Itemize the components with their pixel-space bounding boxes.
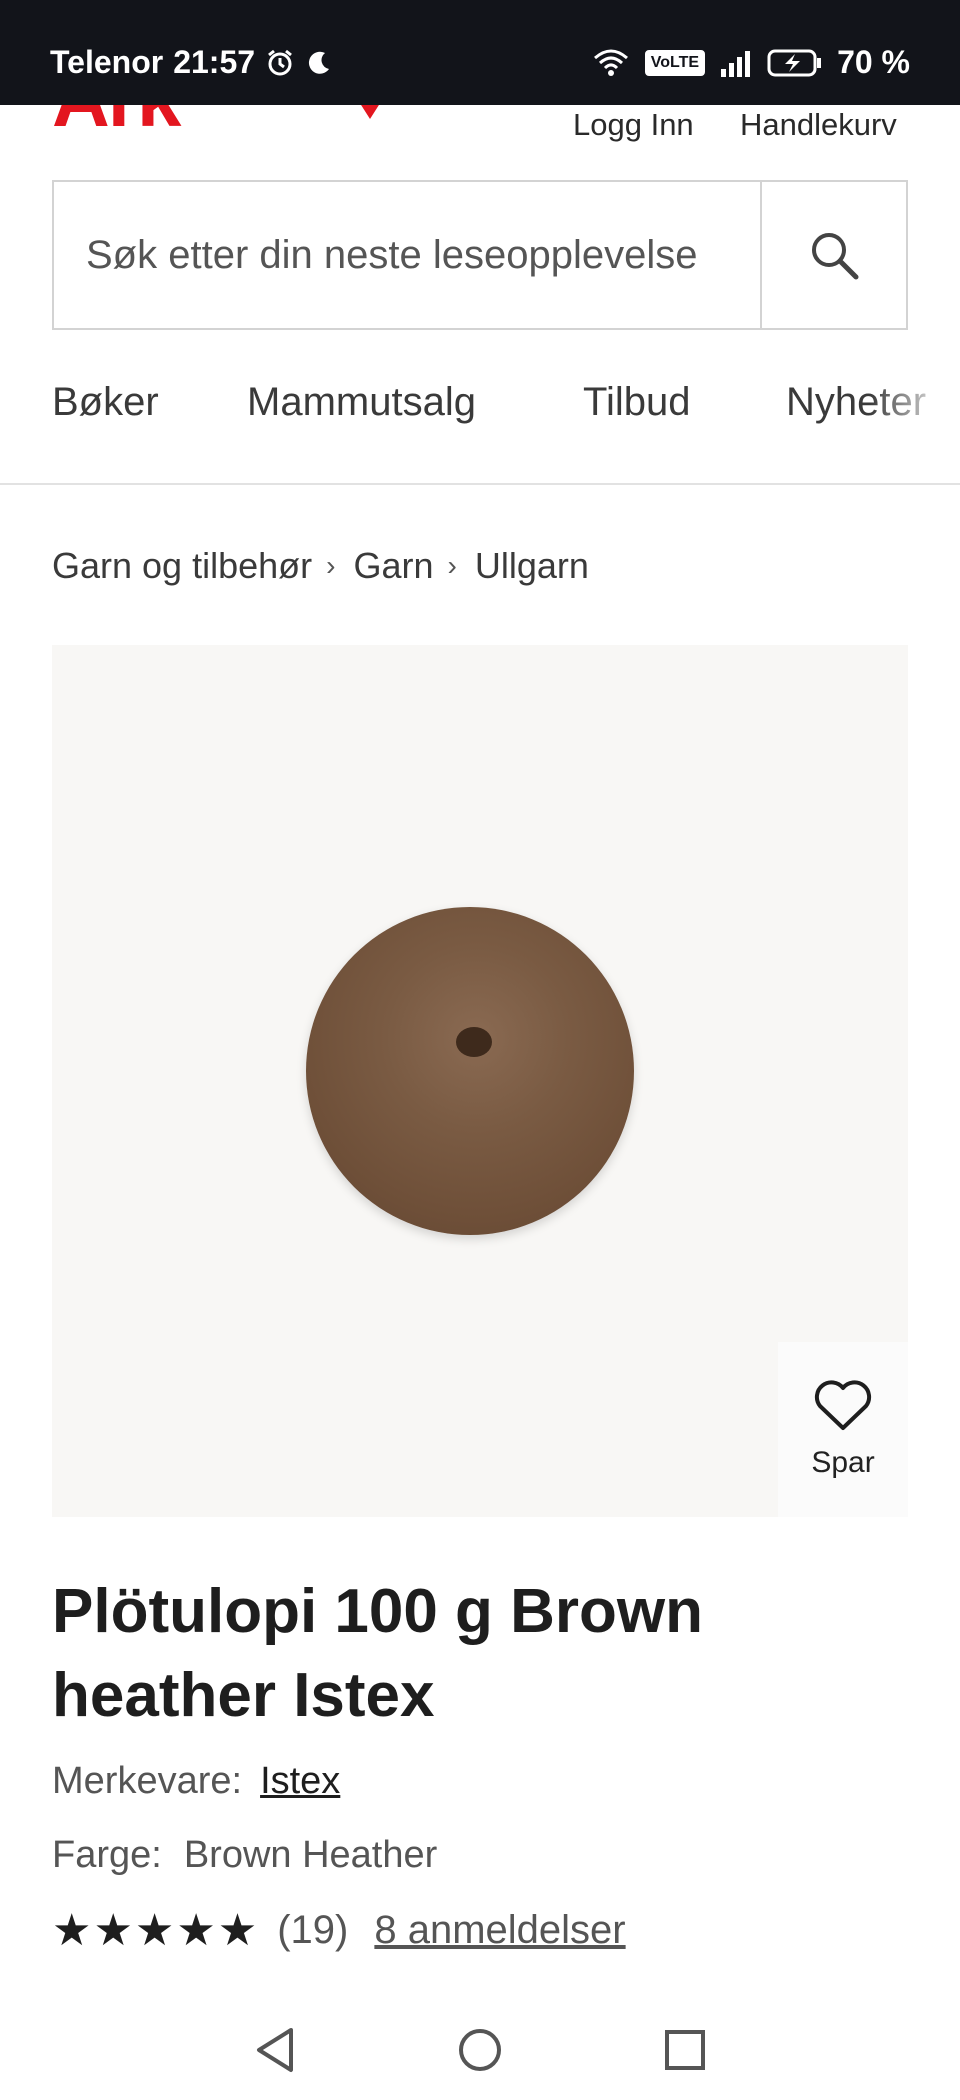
brand-row: Merkevare: Istex	[52, 1760, 340, 1803]
status-left: Telenor 21:57	[50, 44, 333, 81]
product-title: Plötulopi 100 g Brown heather Istex	[52, 1577, 704, 1730]
volte-badge: VoLTE	[644, 49, 706, 76]
brand-label: Merkevare:	[52, 1760, 243, 1802]
save-button[interactable]: Spar	[778, 1342, 908, 1517]
search-icon	[812, 233, 859, 280]
moon-icon	[305, 49, 333, 77]
status-right: VoLTE 70 %	[591, 44, 910, 81]
carrier-label: Telenor	[50, 44, 164, 80]
search-button[interactable]	[760, 182, 906, 328]
home-button[interactable]	[450, 2020, 510, 2080]
yarn-center	[456, 1027, 492, 1057]
battery-label: 70 %	[837, 44, 910, 80]
brand-link[interactable]: Istex	[260, 1760, 340, 1803]
save-label: Spar	[811, 1445, 875, 1479]
rating-row: ★★★★★ (19) 8 anmeldelser	[52, 1905, 626, 1956]
signal-icon	[719, 49, 753, 77]
alarm-icon	[265, 48, 295, 78]
back-button[interactable]	[245, 2020, 305, 2080]
category-nav: Bøker Mammutsalg Tilbud Nyheter	[0, 365, 960, 485]
site-header: Ark Logg Inn Handlekurv	[0, 105, 960, 167]
chevron-right-icon: ›	[326, 550, 336, 581]
back-icon	[257, 2028, 293, 2072]
breadcrumb-item[interactable]: Ullgarn	[475, 545, 589, 587]
home-icon	[459, 2029, 501, 2071]
rating-count: (19)	[277, 1908, 349, 1952]
color-row: Farge: Brown Heather	[52, 1834, 437, 1877]
clock-label: 21:57	[173, 44, 256, 80]
search-bar	[52, 180, 908, 330]
color-value: Brown Heather	[183, 1834, 438, 1876]
site-logo[interactable]: Ark	[52, 105, 181, 145]
login-link[interactable]: Logg Inn	[573, 107, 694, 143]
search-input[interactable]	[54, 182, 760, 328]
reviews-link[interactable]: 8 anmeldelser	[374, 1908, 625, 1953]
yarn-ball-image	[306, 907, 634, 1235]
recents-icon	[665, 2030, 705, 2070]
product-image[interactable]: Spar	[52, 645, 908, 1517]
logo-heart-icon	[361, 105, 379, 119]
recents-button[interactable]	[655, 2020, 715, 2080]
android-nav-bar	[0, 2000, 960, 2100]
color-label: Farge:	[52, 1834, 162, 1876]
nav-item-tilbud[interactable]: Tilbud	[583, 380, 690, 425]
breadcrumb-item[interactable]: Garn og tilbehør	[52, 545, 312, 587]
chevron-right-icon: ›	[447, 550, 457, 581]
battery-charging-icon	[767, 48, 823, 78]
breadcrumb: Garn og tilbehør › Garn › Ullgarn	[52, 545, 589, 587]
star-rating-icon: ★★★★★	[52, 1906, 260, 1955]
wifi-icon	[591, 48, 631, 78]
nav-item-boker[interactable]: Bøker	[52, 380, 159, 425]
breadcrumb-item[interactable]: Garn	[353, 545, 433, 587]
cart-link[interactable]: Handlekurv	[740, 107, 897, 143]
heart-icon	[814, 1379, 872, 1430]
nav-item-mammutsalg[interactable]: Mammutsalg	[247, 380, 476, 425]
status-bar: Telenor 21:57 VoLTE 70 %	[0, 0, 960, 105]
nav-scroll-fade	[870, 365, 960, 483]
